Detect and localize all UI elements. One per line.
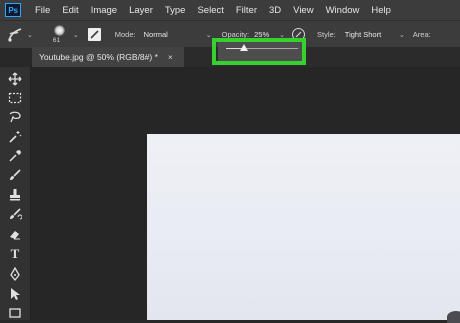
area-label: Area: xyxy=(412,30,431,39)
menu-edit[interactable]: Edit xyxy=(62,5,78,16)
lasso-tool-icon[interactable] xyxy=(7,109,23,125)
mode-chevron-icon: ⌄ xyxy=(205,31,212,39)
tools-panel: T xyxy=(0,67,31,320)
menu-window[interactable]: Window xyxy=(326,5,360,16)
mode-value: Normal xyxy=(143,30,168,39)
type-tool-icon[interactable]: T xyxy=(7,246,23,262)
document-canvas[interactable] xyxy=(147,134,460,323)
pen-tool-icon[interactable] xyxy=(7,266,23,282)
highlight-box xyxy=(212,38,306,65)
eraser-icon[interactable] xyxy=(7,226,23,242)
style-value: Tight Short xyxy=(344,30,382,39)
history-brush-icon[interactable] xyxy=(7,206,23,222)
tool-preset-chevron-icon[interactable]: ⌄ xyxy=(27,31,33,39)
art-history-brush-icon[interactable] xyxy=(5,25,25,45)
move-tool-icon[interactable] xyxy=(7,71,23,87)
menu-filter[interactable]: Filter xyxy=(236,5,257,16)
magic-wand-icon[interactable] xyxy=(7,129,23,145)
close-icon[interactable]: × xyxy=(168,52,173,62)
rectangle-tool-icon[interactable] xyxy=(7,305,23,321)
eyedropper-icon[interactable] xyxy=(7,148,23,164)
menu-select[interactable]: Select xyxy=(197,5,223,16)
style-select[interactable]: Tight Short ⌄ xyxy=(345,30,405,39)
marquee-tool-icon[interactable] xyxy=(7,90,23,106)
style-label: Style: xyxy=(317,30,336,39)
brush-panel-toggle-icon[interactable] xyxy=(87,28,101,41)
menu-view[interactable]: View xyxy=(293,5,313,16)
path-selection-icon[interactable] xyxy=(7,286,23,302)
menu-3d[interactable]: 3D xyxy=(269,5,281,16)
menu-layer[interactable]: Layer xyxy=(129,5,153,16)
photoshop-logo: Ps xyxy=(5,3,21,17)
brush-size-label: 61 xyxy=(52,37,61,44)
brush-tip-icon xyxy=(53,25,65,36)
mode-select[interactable]: Normal ⌄ xyxy=(144,30,212,39)
mode-label: Mode: xyxy=(114,30,136,39)
brush-icon[interactable] xyxy=(7,167,23,183)
clone-stamp-icon[interactable] xyxy=(7,187,23,203)
menu-file[interactable]: File xyxy=(35,5,50,16)
brush-preset-picker[interactable]: 61 xyxy=(49,22,71,47)
menu-help[interactable]: Help xyxy=(371,5,391,16)
canvas-image-fragment xyxy=(447,311,460,323)
menu-image[interactable]: Image xyxy=(91,5,117,16)
style-chevron-icon: ⌄ xyxy=(398,31,405,39)
document-tab-title: Youtube.jpg @ 50% (RGB/8#) * xyxy=(39,52,158,62)
document-tab[interactable]: Youtube.jpg @ 50% (RGB/8#) * × xyxy=(32,47,184,67)
menu-type[interactable]: Type xyxy=(165,5,186,16)
menu-bar: Ps File Edit Image Layer Type Select Fil… xyxy=(0,0,460,20)
brush-preset-chevron-icon[interactable]: ⌄ xyxy=(73,31,79,39)
